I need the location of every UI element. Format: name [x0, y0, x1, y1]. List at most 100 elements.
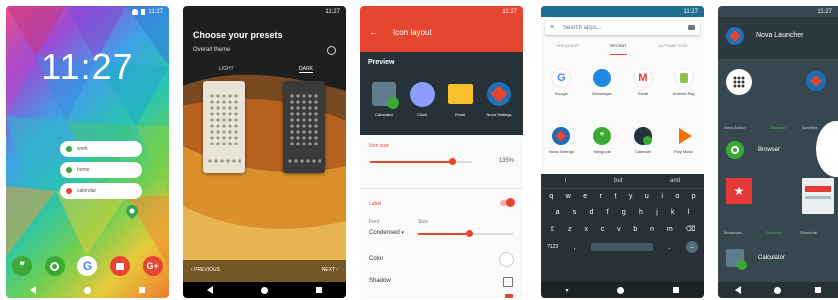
key-h[interactable]: h — [639, 209, 643, 216]
recents-icon[interactable] — [815, 287, 822, 293]
key-d[interactable]: d — [590, 209, 594, 216]
app-hangouts[interactable]: ❞ Hangouts — [585, 127, 619, 154]
app-email[interactable]: Email — [444, 82, 476, 117]
key-j[interactable]: j — [656, 209, 658, 216]
key-r[interactable]: r — [600, 193, 602, 200]
hide-keyboard-icon[interactable]: ▾ — [565, 287, 568, 294]
home-nav-icon[interactable] — [774, 286, 782, 294]
app-clock[interactable]: Clock — [406, 82, 438, 117]
app-nova-settings[interactable]: Nova Settings — [481, 82, 517, 117]
home-nav-icon[interactable] — [261, 286, 268, 294]
label-toggle[interactable] — [500, 198, 515, 207]
clock-widget[interactable]: 11:27 — [6, 46, 169, 88]
icon-size-slider[interactable] — [370, 158, 472, 165]
key-f[interactable]: f — [607, 209, 609, 216]
status-bar: 11:27 — [183, 6, 346, 17]
period-key[interactable]: . — [669, 244, 671, 251]
key-n[interactable]: n — [650, 226, 654, 233]
key-s[interactable]: s — [573, 209, 577, 216]
key-e[interactable]: e — [583, 193, 587, 200]
camera-icon[interactable] — [688, 25, 695, 30]
app-google[interactable]: G Google — [544, 69, 578, 96]
info-icon[interactable] — [327, 46, 336, 55]
maps-icon[interactable] — [124, 204, 140, 220]
key-g[interactable]: g — [622, 209, 626, 216]
search-input[interactable] — [563, 23, 673, 32]
app-play-music[interactable]: Play Music — [667, 127, 701, 154]
label-header: Label — [369, 201, 382, 207]
app-android-pay[interactable]: Android Pay — [667, 69, 701, 96]
tab-light[interactable]: LIGHT — [219, 66, 234, 72]
back-icon[interactable] — [207, 286, 213, 294]
next-button[interactable]: NEXT › — [322, 267, 338, 273]
widget-work[interactable]: work — [60, 141, 142, 157]
suggestion-1[interactable]: I — [565, 178, 567, 184]
backspace-key-icon[interactable]: ⌫ — [686, 225, 696, 233]
phone-icon-layout: 11:27 ← Icon layout Preview Calculator C… — [360, 6, 523, 298]
key-x[interactable]: x — [584, 226, 588, 233]
previous-button[interactable]: ‹ PREVIOUS — [191, 267, 220, 273]
store-icon[interactable] — [110, 256, 131, 276]
label-size-slider-thumb[interactable] — [466, 230, 473, 237]
comma-key[interactable]: , — [574, 244, 576, 251]
google-plus-icon[interactable]: G+ — [142, 256, 163, 276]
home-nav-icon[interactable] — [84, 286, 91, 294]
search-bar[interactable]: ≡ — [545, 21, 700, 35]
tab-dark[interactable]: DARK — [299, 66, 313, 73]
shift-key-icon[interactable]: ⇧ — [549, 225, 555, 233]
row-calculator[interactable]: Calculator — [718, 245, 838, 273]
key-q[interactable]: q — [549, 193, 553, 200]
key-c[interactable]: c — [601, 226, 605, 233]
key-m[interactable]: m — [667, 226, 673, 233]
tab-frequent[interactable]: FREQUENT — [557, 43, 579, 55]
key-u[interactable]: u — [645, 193, 649, 200]
suggestion-3[interactable]: and — [670, 178, 680, 184]
back-icon[interactable] — [734, 286, 741, 294]
tab-alphabetical[interactable]: ALPHABETICAL — [658, 43, 688, 55]
dark-theme-preview[interactable] — [283, 81, 325, 173]
widget-calendar[interactable]: calendar — [60, 183, 142, 199]
recents-icon[interactable] — [316, 287, 322, 293]
app-messenger[interactable]: Messenger — [585, 69, 619, 96]
key-w[interactable]: w — [566, 193, 571, 200]
key-k[interactable]: k — [671, 209, 675, 216]
shadow-checkbox[interactable] — [503, 277, 513, 287]
back-icon[interactable] — [30, 286, 36, 294]
key-p[interactable]: p — [692, 193, 696, 200]
home-nav-icon[interactable] — [617, 286, 625, 294]
row-bookmark[interactable]: ★ Bookmark Disabled Shortcuts — [718, 170, 838, 240]
back-arrow-icon[interactable]: ← — [369, 27, 378, 37]
widget-home[interactable]: home — [60, 162, 142, 178]
key-l[interactable]: l — [688, 209, 690, 216]
key-b[interactable]: b — [633, 226, 637, 233]
key-v[interactable]: v — [617, 226, 621, 233]
font-dropdown[interactable]: Condensed ▾ — [369, 230, 404, 236]
app-nova-settings[interactable]: Nova Settings — [544, 127, 578, 154]
label-size-slider[interactable] — [418, 230, 513, 237]
recents-icon[interactable] — [673, 287, 680, 293]
app-gmail[interactable]: M Gmail — [626, 69, 660, 96]
recents-icon[interactable] — [139, 287, 145, 293]
key-o[interactable]: o — [675, 193, 679, 200]
tab-recent[interactable]: RECENT — [610, 43, 627, 55]
key-z[interactable]: z — [568, 226, 572, 233]
hangouts-icon[interactable]: ❞ — [12, 256, 33, 276]
app-calculator[interactable]: Calculator — [368, 82, 400, 117]
suggestion-2[interactable]: but — [614, 178, 622, 184]
menu-icon[interactable]: ≡ — [550, 24, 554, 31]
light-theme-preview[interactable] — [203, 81, 245, 173]
next-checkbox[interactable] — [505, 294, 513, 298]
row-nova-action[interactable]: Nova Action Disabled Activities — [718, 61, 838, 131]
symbols-key[interactable]: ?123 — [547, 244, 558, 250]
key-i[interactable]: i — [661, 193, 663, 200]
key-t[interactable]: t — [614, 193, 616, 200]
messenger-icon[interactable] — [44, 256, 65, 276]
app-calendar[interactable]: Calendar — [626, 127, 660, 154]
google-icon[interactable]: G — [77, 256, 98, 276]
space-key[interactable] — [591, 243, 654, 251]
color-swatch[interactable] — [499, 252, 514, 267]
key-y[interactable]: y — [629, 193, 633, 200]
search-key-icon[interactable]: → — [685, 241, 698, 253]
key-a[interactable]: a — [556, 209, 560, 216]
icon-size-slider-thumb[interactable] — [449, 158, 456, 165]
